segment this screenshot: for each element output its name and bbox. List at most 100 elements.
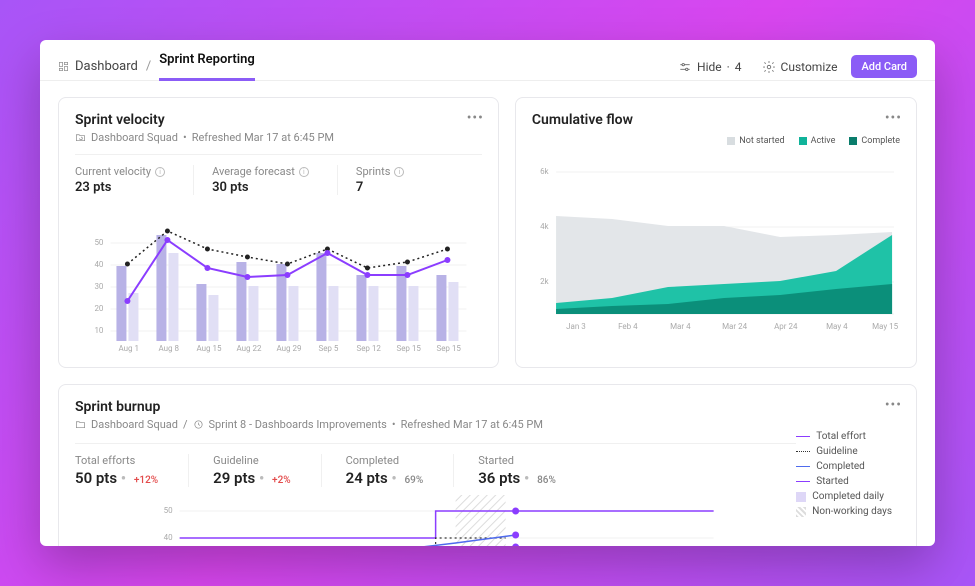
card-menu-button[interactable]: •••: [885, 110, 902, 126]
cumulative-legend: Not started Active Complete: [532, 136, 900, 146]
kpi-delta: 86%: [537, 475, 556, 486]
legend-label: Guideline: [816, 446, 857, 457]
content-area: ••• Sprint velocity Dashboard Squad • Re…: [40, 81, 935, 546]
x-tick: Apr 24: [774, 322, 798, 331]
burnup-chart: 50 40 30: [75, 495, 796, 546]
card-menu-button[interactable]: •••: [467, 110, 484, 126]
legend-label: Not started: [739, 136, 784, 146]
kpi-label: Average forecast: [212, 165, 295, 178]
hide-button[interactable]: Hide · 4: [672, 56, 748, 78]
x-tick: Aug 1: [118, 344, 139, 353]
sprint-velocity-card: ••• Sprint velocity Dashboard Squad • Re…: [58, 97, 499, 368]
breadcrumb-root[interactable]: Dashboard: [58, 59, 138, 74]
card-menu-button[interactable]: •••: [885, 397, 902, 413]
info-icon[interactable]: i: [299, 167, 309, 177]
kpi-label: Current velocity: [75, 165, 151, 178]
cumulative-chart: 6k 4k 2k Jan 3 Feb 4: [532, 154, 900, 334]
legend-label: Started: [816, 476, 849, 487]
x-tick: Sep 15: [436, 344, 461, 353]
squad-label: Dashboard Squad: [91, 131, 178, 144]
info-icon[interactable]: i: [155, 167, 165, 177]
velocity-kpis: Current velocity i 23 pts Average forecas…: [75, 154, 482, 195]
y-tick: 6k: [540, 167, 549, 176]
folder-sync-icon: [75, 132, 86, 143]
gear-icon: [762, 60, 776, 74]
hide-count: 4: [735, 60, 742, 74]
kpi-completed: Completed 24 pts • 69%: [346, 454, 455, 487]
kpi-current-velocity: Current velocity i 23 pts: [75, 165, 194, 195]
topbar: Dashboard / Sprint Reporting Hide · 4 Cu…: [40, 40, 935, 81]
x-tick: Aug 22: [236, 344, 262, 353]
y-tick: 40: [164, 533, 173, 542]
x-tick: Sep 5: [318, 344, 338, 353]
burnup-legend: Total effort Guideline Completed Started…: [796, 431, 900, 546]
sprint-label: Sprint 8 - Dashboards Improvements: [209, 418, 387, 431]
kpi-value: 24 pts: [346, 469, 388, 487]
folder-sync-icon: [75, 419, 86, 430]
y-tick: 50: [94, 238, 103, 247]
refreshed-label: Refreshed Mar 17 at 6:45 PM: [401, 418, 543, 431]
x-tick: Feb 4: [618, 322, 638, 331]
add-card-button[interactable]: Add Card: [851, 55, 917, 78]
y-tick: 20: [94, 304, 103, 313]
kpi-label: Completed: [346, 454, 424, 467]
velocity-chart: 10 20 30 40 50: [75, 203, 482, 353]
y-tick: 10: [94, 326, 103, 335]
x-tick: Aug 15: [196, 344, 222, 353]
x-tick: May 15: [872, 322, 899, 331]
total-line: [180, 511, 714, 538]
y-tick: 2k: [540, 277, 549, 286]
breadcrumb-separator: /: [146, 59, 151, 74]
kpi-label: Total efforts: [75, 454, 158, 467]
x-tick: Aug 29: [276, 344, 301, 353]
customize-button[interactable]: Customize: [756, 56, 844, 78]
kpi-value: 36 pts: [478, 469, 520, 487]
kpi-delta: +2%: [272, 475, 291, 486]
kpi-total-efforts: Total efforts 50 pts • +12%: [75, 454, 189, 487]
dashboard-icon: [58, 61, 69, 72]
kpi-value: 23 pts: [75, 180, 165, 195]
kpi-label: Sprints: [356, 165, 390, 178]
kpi-guideline: Guideline 29 pts • +2%: [213, 454, 321, 487]
kpi-started: Started 36 pts • 86%: [478, 454, 586, 487]
hide-label: Hide: [697, 60, 722, 74]
card-title: Cumulative flow: [532, 112, 900, 128]
legend-label: Total effort: [816, 431, 866, 442]
kpi-value: 7: [356, 180, 404, 195]
kpi-delta: 69%: [404, 475, 423, 486]
x-tick: May 4: [826, 322, 848, 331]
cumulative-flow-card: ••• Cumulative flow Not started Active C…: [515, 97, 917, 368]
x-tick: Sep 15: [396, 344, 421, 353]
card-subtitle: Dashboard Squad • Refreshed Mar 17 at 6:…: [75, 131, 482, 144]
bars: [116, 235, 458, 341]
kpi-value: 50 pts: [75, 469, 117, 487]
x-tick: Sep 12: [356, 344, 381, 353]
app-window: Dashboard / Sprint Reporting Hide · 4 Cu…: [40, 40, 935, 546]
breadcrumb-active[interactable]: Sprint Reporting: [159, 52, 254, 81]
kpi-sprints: Sprints i 7: [356, 165, 432, 195]
legend-label: Non-working days: [812, 506, 892, 517]
breadcrumb-root-label: Dashboard: [75, 59, 138, 74]
kpi-value: 29 pts: [213, 469, 255, 487]
kpi-avg-forecast: Average forecast i 30 pts: [212, 165, 338, 195]
kpi-label: Started: [478, 454, 556, 467]
y-tick: 30: [94, 282, 103, 291]
hide-dot: ·: [727, 60, 730, 74]
x-tick: Aug 8: [158, 344, 179, 353]
legend-label: Completed daily: [812, 491, 884, 502]
sprint-burnup-card: ••• Sprint burnup Dashboard Squad / Spri…: [58, 384, 917, 546]
x-tick: Mar 4: [670, 322, 691, 331]
legend-label: Active: [811, 136, 836, 146]
x-tick: Mar 24: [722, 322, 748, 331]
customize-label: Customize: [781, 60, 838, 74]
card-title: Sprint velocity: [75, 112, 482, 128]
y-tick: 4k: [540, 222, 549, 231]
legend-label: Completed: [816, 461, 865, 472]
sliders-icon: [678, 60, 692, 74]
burnup-kpis: Total efforts 50 pts • +12% Guideline 29…: [75, 443, 796, 487]
kpi-value: 30 pts: [212, 180, 309, 195]
x-tick: Jan 3: [566, 322, 586, 331]
card-subtitle: Dashboard Squad / Sprint 8 - Dashboards …: [75, 418, 900, 431]
info-icon[interactable]: i: [394, 167, 404, 177]
legend-label: Complete: [861, 136, 900, 146]
